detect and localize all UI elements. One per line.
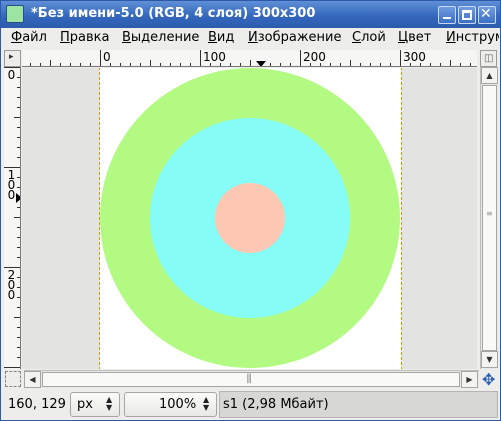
menu-view[interactable]: Вид [208, 30, 234, 45]
menu-colors-label: вет [408, 30, 432, 45]
vruler-label-200: 200 [7, 269, 16, 302]
maximize-button[interactable] [458, 6, 476, 24]
menu-colors[interactable]: Цвет [398, 30, 431, 45]
app-icon[interactable] [6, 5, 24, 23]
close-icon: ✕ [480, 6, 492, 22]
grip-icon: ||| [246, 373, 252, 384]
horizontal-scrollbar[interactable]: ◀ ||| ▶ [24, 370, 479, 388]
menu-image-mnemonic: И [248, 30, 258, 45]
hruler-label-200: 200 [303, 50, 326, 64]
vruler-digit: 0 [7, 188, 16, 202]
menu-select[interactable]: Выделение [122, 30, 199, 45]
menu-file-label: айл [22, 30, 47, 45]
hruler-label-300: 300 [403, 50, 426, 64]
menu-select-mnemonic: В [122, 30, 131, 45]
menu-image-label: зображение [257, 30, 342, 45]
hruler-label-100: 100 [203, 50, 226, 64]
zoom-button[interactable]: ◫ [480, 50, 497, 67]
image-window: *Без имени-5.0 (RGB, 4 слоя) 300x300 ✕ Ф… [0, 0, 501, 421]
zoom-icon: ◫ [484, 53, 494, 64]
grip-icon: ≡ [486, 209, 493, 218]
menu-view-label: ид [216, 30, 235, 45]
vertical-scroll-thumb[interactable]: ≡ [482, 85, 497, 351]
menu-image[interactable]: Изображение [248, 30, 342, 45]
menu-layer-label: лой [361, 30, 386, 45]
horizontal-scroll-thumb[interactable]: ||| [42, 372, 460, 387]
image-menu-button[interactable]: ▸ [4, 50, 21, 67]
status-message: s1 (2,98 Мбайт) [219, 391, 498, 418]
pointer-position-marker-vertical [16, 193, 20, 203]
status-message-text: s1 (2,98 Мбайт) [223, 397, 329, 412]
image-content [100, 68, 400, 368]
menu-tools[interactable]: Инструм [446, 30, 499, 45]
canvas-area[interactable] [22, 68, 477, 369]
inner-disc [215, 183, 285, 253]
scroll-up-button[interactable]: ▲ [481, 67, 498, 84]
horizontal-scroll-row: ◀ ||| ▶ ✥ [2, 369, 499, 389]
pointer-position-marker [256, 61, 266, 66]
menu-tools-label: нструм [455, 30, 499, 45]
arrow-right-icon: ▸ [9, 52, 14, 62]
menu-edit-mnemonic: П [60, 30, 70, 45]
menu-colors-mnemonic: Ц [398, 30, 409, 45]
window-title: *Без имени-5.0 (RGB, 4 слоя) 300x300 [31, 6, 316, 21]
scroll-right-button[interactable]: ▶ [461, 371, 478, 388]
menu-view-mnemonic: В [208, 30, 217, 45]
unit-value: px [77, 397, 93, 412]
vertical-scrollbar[interactable]: ▲ ≡ ▼ [480, 67, 498, 369]
vruler-digit: 0 [7, 68, 16, 82]
scroll-left-button[interactable]: ◀ [24, 371, 41, 388]
minimize-button[interactable] [438, 6, 456, 24]
menu-select-label: ыделение [130, 30, 200, 45]
scroll-down-button[interactable]: ▼ [481, 351, 498, 368]
unit-selector[interactable]: px ▲ ▼ [70, 392, 120, 417]
horizontal-ruler[interactable]: 0 100 200 300 [22, 50, 477, 67]
image-canvas[interactable] [99, 68, 402, 369]
hruler-label-0: 0 [103, 50, 111, 64]
spinner-arrows-icon: ▲ ▼ [203, 395, 210, 412]
menu-edit[interactable]: Правка [60, 30, 109, 45]
quick-mask-toggle[interactable] [5, 371, 21, 387]
vertical-ruler-ticks [4, 67, 20, 368]
menu-edit-label: равка [69, 30, 110, 45]
status-bar: 160, 129 px ▲ ▼ 100% ▲ ▼ s1 (2,98 Мбайт) [2, 389, 499, 420]
spinner-arrows-icon: ▲ ▼ [106, 395, 113, 412]
vertical-ruler[interactable]: 0 100 200 [4, 67, 21, 369]
title-bar[interactable]: *Без имени-5.0 (RGB, 4 слоя) 300x300 ✕ [1, 1, 500, 28]
maximize-icon [462, 10, 472, 20]
zoom-value: 100% [159, 397, 197, 412]
close-button[interactable]: ✕ [478, 6, 496, 24]
zoom-selector[interactable]: 100% ▲ ▼ [124, 392, 217, 417]
vruler-digit: 0 [7, 288, 16, 302]
menu-bar: Файл Правка Выделение Вид Изображение Сл… [2, 28, 499, 48]
pointer-coordinates: 160, 129 [8, 397, 66, 412]
vruler-label-100: 100 [7, 169, 16, 202]
menu-file-mnemonic: Ф [11, 30, 23, 45]
menu-file[interactable]: Файл [11, 30, 47, 45]
menu-layer[interactable]: Слой [352, 30, 386, 45]
minimize-icon [443, 17, 451, 19]
navigate-icon[interactable]: ✥ [482, 370, 495, 389]
vruler-label-0: 0 [7, 68, 16, 82]
menu-layer-mnemonic: С [352, 30, 362, 45]
menu-tools-mnemonic: И [446, 30, 456, 45]
